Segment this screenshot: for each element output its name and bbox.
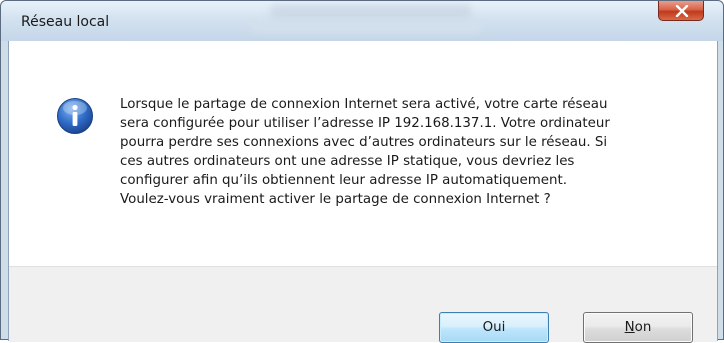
message-line: Voulez-vous vraiment activer le partage … [120, 192, 551, 207]
no-button-label: on [634, 320, 652, 335]
message-line: sera configurée pour utiliser l’adresse … [120, 116, 610, 131]
message-line: pourra perdre ses connexions avec d’autr… [120, 135, 608, 150]
no-button-accelerator: N [624, 320, 635, 335]
title-bar[interactable]: Réseau local [1, 1, 723, 41]
button-bar: Oui Non [9, 266, 717, 343]
message-line: Lorsque le partage de connexion Internet… [120, 97, 608, 112]
message-line: ces autres ordinateurs ont une adresse I… [120, 154, 575, 169]
title-bar-background-blur [271, 5, 471, 19]
no-button[interactable]: Non [583, 312, 693, 343]
info-icon [57, 98, 93, 134]
dialog-message: Lorsque le partage de connexion Internet… [120, 95, 690, 209]
dialog-window: Réseau local Lorsque le partage de conne… [0, 0, 724, 343]
message-line: configurer afin qu’ils obtiennent leur a… [120, 173, 568, 188]
close-button[interactable] [658, 1, 704, 21]
dialog-content: Lorsque le partage de connexion Internet… [8, 41, 718, 343]
title-bar-background-blur [251, 23, 481, 33]
close-icon [675, 5, 689, 17]
yes-button[interactable]: Oui [439, 312, 549, 343]
window-title: Réseau local [21, 14, 110, 30]
yes-button-label: Oui [482, 320, 506, 335]
